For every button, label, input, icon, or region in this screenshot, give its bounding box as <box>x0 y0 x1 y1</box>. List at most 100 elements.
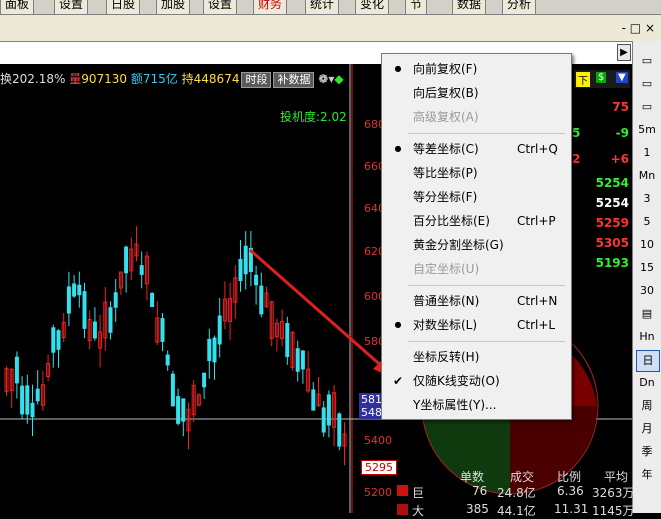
col-header-ratio: 比例 <box>557 470 582 484</box>
candle-body <box>254 274 259 286</box>
col-header-average: 平均 <box>604 470 629 484</box>
menu-item-6[interactable]: 等分坐标(F) <box>382 186 571 208</box>
period-button-6[interactable]: 3 <box>636 189 658 209</box>
dollar-icon[interactable]: $ <box>596 72 607 83</box>
toolbar-button-11[interactable]: 分析 <box>502 0 537 14</box>
period-button-7[interactable]: 5 <box>636 212 658 232</box>
menu-item-7[interactable]: 百分比坐标(E) Ctrl+P <box>382 210 571 232</box>
turnover-value: 202.18% <box>12 72 66 86</box>
menu-item-shortcut: Ctrl+Q <box>517 142 558 156</box>
menu-item-12[interactable]: ● 对数坐标(L) Ctrl+L <box>382 314 571 336</box>
menu-separator <box>408 341 565 342</box>
col-header-count: 单数 <box>460 470 485 484</box>
panel-price-5: 5193 <box>595 256 629 270</box>
order-flow-table: 单数 成交 比例 平均 巨 76 24.8亿 6.36 3263万 大 385 … <box>394 468 635 518</box>
candle-body <box>35 388 40 402</box>
candle-body <box>139 265 144 275</box>
period-tag[interactable]: 时段 <box>241 72 272 88</box>
radio-dot-icon: ● <box>394 144 402 153</box>
amount-label: 额 <box>130 72 143 86</box>
toolbar-icon[interactable]: ▤ <box>636 304 658 324</box>
menu-item-label: 等分坐标(F) <box>413 190 478 204</box>
period-button-15[interactable]: 周 <box>636 396 658 416</box>
candle-body <box>20 385 25 415</box>
toolbar-button-7[interactable]: 统计 <box>305 0 340 14</box>
candle-body <box>30 402 35 418</box>
chart-line-icon[interactable]: ▭ <box>636 51 658 71</box>
period-button-13[interactable]: 日 <box>636 350 660 372</box>
toolbar-button-10[interactable]: 数据 <box>452 0 487 14</box>
panel-value-1: 75 <box>612 100 629 114</box>
toolbar-button-9[interactable]: 节 <box>405 0 428 14</box>
toolbar-button-1[interactable]: 面板 <box>0 0 35 14</box>
period-button-3[interactable]: 5m <box>636 120 658 140</box>
menu-item-shortcut: Ctrl+L <box>517 318 556 332</box>
period-button-16[interactable]: 月 <box>636 419 658 439</box>
menu-item-4[interactable]: ● 等差坐标(C) Ctrl+Q <box>382 138 571 160</box>
candle-body <box>165 354 170 366</box>
chart-area-icon[interactable]: ▭ <box>636 97 658 117</box>
candle-body <box>124 246 129 274</box>
menu-item-label: 仅随K线变动(O) <box>413 374 500 388</box>
chart-bar-icon[interactable]: ▭ <box>636 74 658 94</box>
t-icon[interactable]: 下 <box>576 72 590 87</box>
menu-item-label: 黄金分割坐标(G) <box>413 238 504 252</box>
row-1-average: 3263万 <box>592 486 635 500</box>
menu-item-16[interactable]: Y坐标属性(Y)... <box>382 394 571 416</box>
row-1-name: 巨 <box>412 486 425 500</box>
diamond-icon: ◆ <box>334 72 344 86</box>
menu-item-0[interactable]: ● 向前复权(F) <box>382 58 571 80</box>
scroll-right-arrow[interactable]: ▶ <box>617 44 631 61</box>
toolbar-button-5[interactable]: 设置 <box>203 0 238 14</box>
menu-item-5[interactable]: 等比坐标(P) <box>382 162 571 184</box>
axis-context-menu: ● 向前复权(F) 向后复权(B) 高级复权(A) ● 等差坐标(C) Ctrl+Q 等比坐标… <box>381 53 572 420</box>
period-button-10[interactable]: 30 <box>636 281 658 301</box>
menu-item-8[interactable]: 黄金分割坐标(G) <box>382 234 571 256</box>
candle-body <box>25 385 30 415</box>
period-button-8[interactable]: 10 <box>636 235 658 255</box>
turnover-label: 换 <box>0 72 13 86</box>
period-button-12[interactable]: Hn <box>636 327 658 347</box>
menu-item-1[interactable]: 向后复权(B) <box>382 82 571 104</box>
menu-item-14[interactable]: 坐标反转(H) <box>382 346 571 368</box>
supplement-data-tag[interactable]: 补数据 <box>273 72 315 88</box>
period-button-4[interactable]: 1 <box>636 143 658 163</box>
candle-body <box>150 292 155 308</box>
toolbar-button-6[interactable]: 财务 <box>253 0 288 14</box>
toolbar-button-4[interactable]: 加股 <box>156 0 191 14</box>
candle-body <box>238 258 243 282</box>
row-color-swatch <box>397 504 408 515</box>
candle-body <box>337 413 342 447</box>
menu-item-11[interactable]: 普通坐标(N) Ctrl+N <box>382 290 571 312</box>
row-color-swatch <box>397 485 408 496</box>
gear-icon[interactable]: ❁ <box>318 72 328 86</box>
menu-item-label: 高级复权(A) <box>413 110 479 124</box>
toolbar-button-2[interactable]: 设置 <box>54 0 89 14</box>
panel-value-4: 2 <box>572 152 581 166</box>
window-controls[interactable]: - □ × <box>622 21 655 35</box>
candle-body <box>56 330 61 350</box>
arrow-down-icon[interactable]: ▼ <box>616 72 628 83</box>
panel-value-2: 5 <box>572 126 581 140</box>
candle-body <box>311 389 316 411</box>
radio-dot-icon: ● <box>394 64 402 73</box>
candle-body <box>72 283 77 297</box>
menu-item-2: 高级复权(A) <box>382 106 571 128</box>
row-1-ratio: 6.36 <box>557 484 584 498</box>
hold-value: 448674 <box>193 72 240 86</box>
period-button-14[interactable]: Dn <box>636 373 658 393</box>
panel-icons: 下 $ ▼ <box>574 70 630 88</box>
candle-body <box>207 338 212 362</box>
toolbar-button-8[interactable]: 变化 <box>355 0 390 14</box>
candle-body <box>92 321 97 339</box>
period-button-9[interactable]: 15 <box>636 258 658 278</box>
period-button-18[interactable]: 年 <box>636 465 658 485</box>
period-button-5[interactable]: Mn <box>636 166 658 186</box>
current-price-tag: 5295 <box>361 460 397 475</box>
menu-item-15[interactable]: ✔ 仅随K线变动(O) <box>382 370 571 392</box>
period-button-17[interactable]: 季 <box>636 442 658 462</box>
toolbar-button-3[interactable]: 日股 <box>106 0 141 14</box>
menu-item-label: 普通坐标(N) <box>413 294 480 308</box>
volume-value: 907130 <box>81 72 128 86</box>
row-2-volume: 44.1亿 <box>497 504 536 518</box>
